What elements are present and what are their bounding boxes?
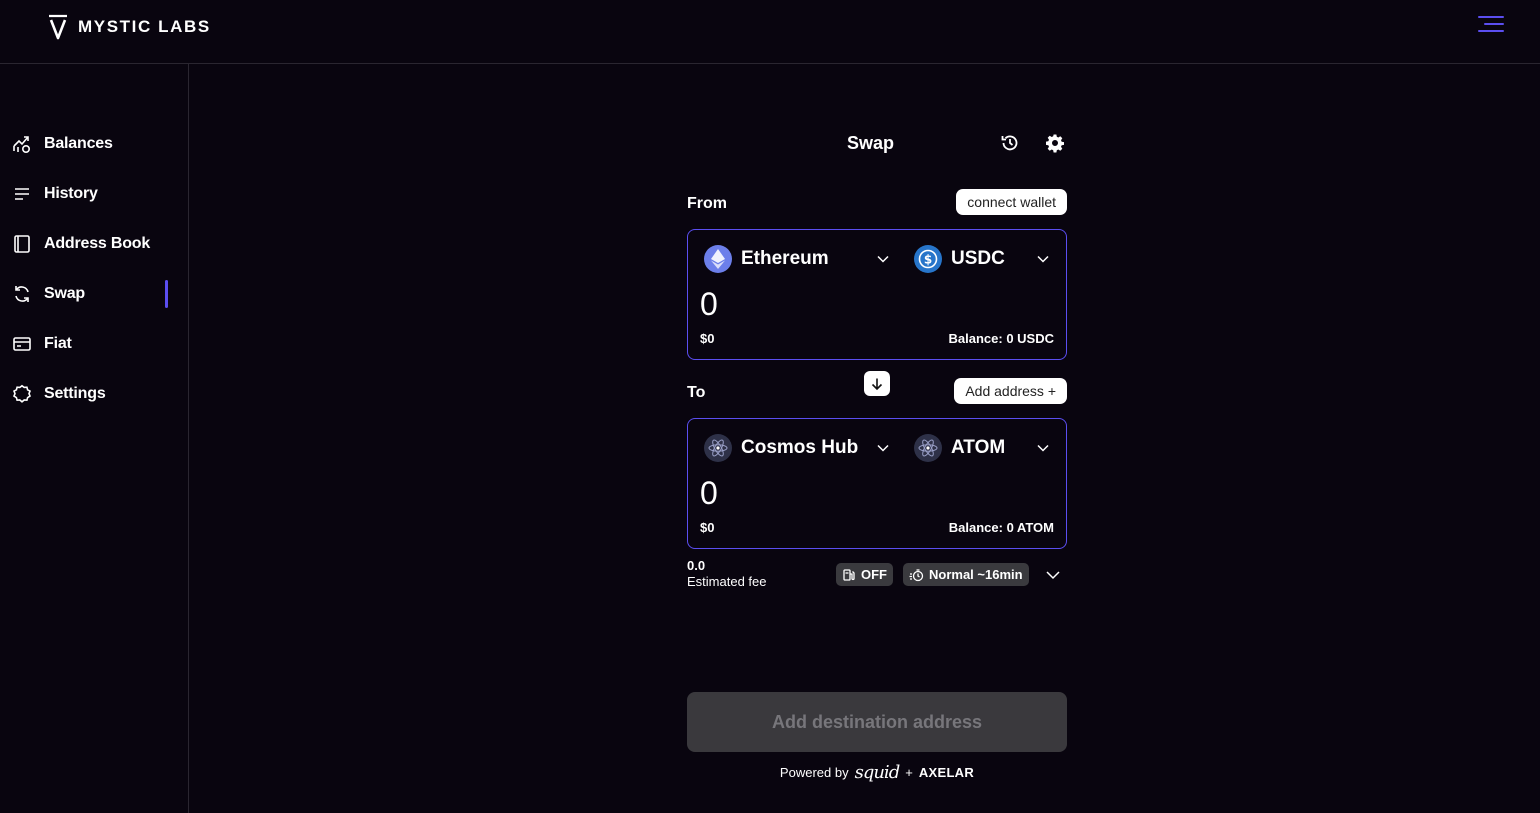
chevron-down-icon bbox=[877, 255, 889, 263]
arrow-down-icon bbox=[871, 378, 883, 390]
chevron-down-icon bbox=[1037, 255, 1049, 263]
stopwatch-icon bbox=[909, 568, 924, 581]
add-destination-address-button[interactable]: Add destination address bbox=[687, 692, 1067, 752]
to-balance: Balance: 0 ATOM bbox=[948, 520, 1054, 535]
top-bar: MYSTIC LABS bbox=[0, 0, 1540, 64]
settings-gear-icon[interactable] bbox=[1045, 133, 1065, 153]
from-usd-value: $0 bbox=[700, 331, 715, 346]
to-chain-selector[interactable]: Cosmos Hub bbox=[704, 433, 894, 463]
logo[interactable]: MYSTIC LABS bbox=[48, 14, 211, 40]
sidebar-item-address-book[interactable]: Address Book bbox=[0, 227, 188, 261]
hamburger-menu-icon[interactable] bbox=[1478, 16, 1504, 36]
powered-by-label: Powered by bbox=[779, 765, 849, 780]
speed-label: Normal ~16min bbox=[929, 567, 1023, 582]
speed-selector[interactable]: Normal ~16min bbox=[903, 563, 1029, 586]
chevron-down-icon[interactable] bbox=[1045, 568, 1061, 582]
powered-by-joiner: + bbox=[905, 765, 913, 780]
sidebar: Balances History Address Book Swap Fiat … bbox=[0, 64, 189, 813]
connect-wallet-button[interactable]: connect wallet bbox=[956, 189, 1067, 215]
svg-text:$: $ bbox=[924, 253, 932, 267]
gas-pump-icon bbox=[843, 568, 855, 581]
chart-coins-icon bbox=[12, 134, 32, 154]
from-label: From bbox=[687, 195, 727, 212]
from-chain-name: Ethereum bbox=[741, 248, 829, 269]
page-title: Swap bbox=[847, 133, 895, 153]
estimated-fee-value: 0.0 bbox=[687, 558, 706, 573]
from-token-box: Ethereum $ USDC 0 $0 Balance: 0 USDC bbox=[687, 229, 1067, 360]
to-chain-name: Cosmos Hub bbox=[741, 437, 859, 458]
gas-refuel-toggle[interactable]: OFF bbox=[836, 563, 893, 586]
swap-arrows-icon bbox=[12, 284, 32, 304]
atom-icon bbox=[914, 434, 942, 462]
from-asset-name: USDC bbox=[951, 248, 1005, 269]
gas-refuel-status: OFF bbox=[861, 567, 887, 582]
powered-by: Powered by squid + AXELAR bbox=[687, 762, 1067, 783]
sidebar-item-fiat[interactable]: Fiat bbox=[0, 327, 188, 361]
from-asset-selector[interactable]: $ USDC bbox=[914, 244, 1054, 274]
logo-v-icon bbox=[49, 14, 67, 40]
cosmos-icon bbox=[704, 434, 732, 462]
to-amount-output: 0 bbox=[700, 475, 718, 511]
sidebar-item-balances[interactable]: Balances bbox=[0, 127, 188, 161]
to-token-box: Cosmos Hub ATOM 0 $0 Balance: 0 ATOM bbox=[687, 418, 1067, 549]
sidebar-item-swap[interactable]: Swap bbox=[0, 277, 188, 311]
to-label: To bbox=[687, 384, 706, 401]
from-balance: Balance: 0 USDC bbox=[948, 331, 1054, 346]
from-chain-selector[interactable]: Ethereum bbox=[704, 244, 894, 274]
from-amount-input[interactable]: 0 bbox=[700, 286, 718, 323]
card-icon bbox=[12, 334, 32, 354]
brand-name: MYSTIC LABS bbox=[78, 17, 211, 36]
gear-outline-icon bbox=[12, 384, 32, 404]
chevron-down-icon bbox=[1037, 444, 1049, 452]
lines-icon bbox=[12, 184, 32, 204]
add-address-button[interactable]: Add address + bbox=[954, 378, 1067, 404]
usdc-icon: $ bbox=[914, 245, 942, 273]
chevron-down-icon bbox=[877, 444, 889, 452]
squid-logo: squid bbox=[854, 762, 901, 783]
estimated-fee-label: Estimated fee bbox=[687, 574, 767, 589]
ethereum-icon bbox=[704, 245, 732, 273]
to-asset-name: ATOM bbox=[951, 437, 1006, 458]
history-icon[interactable] bbox=[1000, 133, 1020, 153]
flip-direction-button[interactable] bbox=[864, 371, 890, 396]
sidebar-item-history[interactable]: History bbox=[0, 177, 188, 211]
sidebar-item-settings[interactable]: Settings bbox=[0, 377, 188, 411]
to-usd-value: $0 bbox=[700, 520, 715, 535]
axelar-logo: AXELAR bbox=[918, 765, 975, 780]
book-icon bbox=[12, 234, 32, 254]
to-asset-selector[interactable]: ATOM bbox=[914, 433, 1054, 463]
